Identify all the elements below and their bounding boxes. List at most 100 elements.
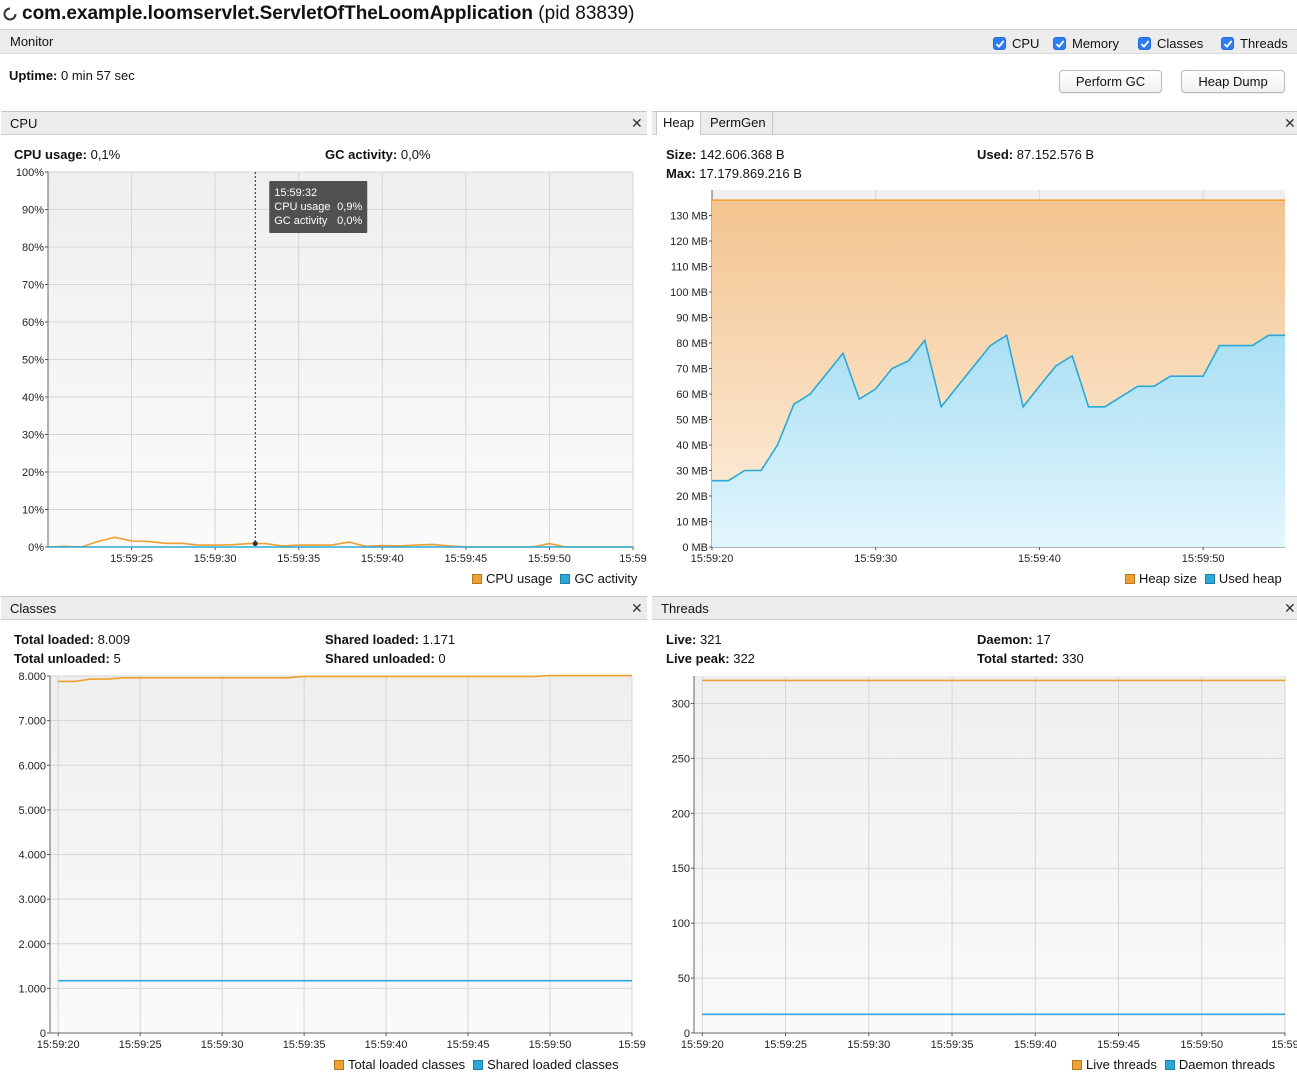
y-tick-label: 5.000 bbox=[18, 805, 46, 817]
classes-checkbox[interactable]: Classes bbox=[1138, 35, 1203, 51]
y-tick-label: 4.000 bbox=[18, 850, 46, 862]
y-tick-label: 50% bbox=[22, 355, 44, 367]
classes-panel-header: Classes ✕ bbox=[1, 596, 647, 620]
perform-gc-button[interactable]: Perform GC bbox=[1059, 70, 1162, 93]
threads-close-icon[interactable]: ✕ bbox=[1284, 600, 1296, 617]
heap-size-label: Size: bbox=[666, 147, 697, 162]
legend-swatch-blue bbox=[473, 1059, 484, 1070]
x-tick-label: 15:59:35 bbox=[931, 1039, 974, 1051]
tooltip-gc-value: 0,0% bbox=[337, 215, 362, 227]
threads-panel-header: Threads ✕ bbox=[652, 596, 1297, 620]
x-tick-label: 15:59:40 bbox=[361, 553, 404, 565]
live-stat: Live: 321 bbox=[666, 632, 722, 647]
classes-close-icon[interactable]: ✕ bbox=[631, 600, 643, 617]
y-tick-label: 80% bbox=[22, 242, 44, 254]
daemon-label: Daemon: bbox=[977, 632, 1033, 647]
threads-chart[interactable]: 05010015020025030015:59:20 15:59:25 15:59:… bbox=[650, 668, 1297, 1056]
y-tick-label: 3.000 bbox=[18, 894, 46, 906]
checkmark-icon bbox=[1053, 36, 1066, 50]
x-tick-label: 15:59 bbox=[1271, 1039, 1297, 1051]
heap-panel-header: Heap PermGen ✕ bbox=[652, 111, 1297, 135]
y-tick-label: 10% bbox=[22, 505, 44, 517]
cpu-chart[interactable]: 0% 10% 20% 30% 40% 50% 60% 70% 80% 90% 100% 15:59:2… bbox=[0, 165, 648, 570]
y-tick-label: 250 bbox=[672, 753, 690, 765]
cpu-checkbox[interactable]: CPU bbox=[993, 35, 1039, 51]
x-tick-label: 15:59:50 bbox=[1180, 1039, 1223, 1051]
x-tick-label: 15:59:45 bbox=[444, 553, 487, 565]
y-tick-label: 1.000 bbox=[18, 983, 46, 995]
total-loaded-label: Total loaded: bbox=[14, 632, 94, 647]
x-tick-label: 15:59:25 bbox=[764, 1039, 807, 1051]
y-tick-label: 100 bbox=[672, 918, 690, 930]
cpu-usage-label: CPU usage: bbox=[14, 147, 87, 162]
live-peak-stat: Live peak: 322 bbox=[666, 651, 755, 666]
y-tick-label: 20 MB bbox=[676, 491, 708, 503]
x-tick-label: 15:59:40 bbox=[1014, 1039, 1057, 1051]
checkmark-icon bbox=[1138, 36, 1151, 50]
total-unloaded-label: Total unloaded: bbox=[14, 651, 110, 666]
y-tick-label: 0% bbox=[28, 542, 44, 554]
legend-swatch-orange bbox=[472, 573, 482, 584]
heap-close-icon[interactable]: ✕ bbox=[1284, 115, 1296, 132]
heap-dump-button[interactable]: Heap Dump bbox=[1181, 70, 1285, 93]
shared-unloaded-label: Shared unloaded: bbox=[325, 651, 435, 666]
legend-total-loaded-label: Total loaded classes bbox=[348, 1057, 466, 1072]
cpu-legend: CPU usage GC activity bbox=[464, 571, 637, 586]
y-tick-label: 300 bbox=[672, 698, 690, 710]
y-tick-label: 130 MB bbox=[670, 211, 708, 223]
y-tick-label: 70% bbox=[22, 280, 44, 292]
legend-used-heap-label: Used heap bbox=[1218, 571, 1282, 586]
x-tick-label: 15:59:20 bbox=[681, 1039, 724, 1051]
uptime-value: 0 min 57 sec bbox=[61, 68, 135, 83]
y-tick-label: 70 MB bbox=[676, 364, 708, 376]
daemon-stat: Daemon: 17 bbox=[977, 632, 1051, 647]
plot-area bbox=[694, 676, 1285, 1033]
x-tick-label: 15:59:30 bbox=[194, 553, 237, 565]
legend-swatch-orange bbox=[334, 1059, 344, 1070]
cpu-close-icon[interactable]: ✕ bbox=[631, 115, 643, 132]
y-tick-label: 100% bbox=[16, 167, 44, 179]
shared-loaded-label: Shared loaded: bbox=[325, 632, 419, 647]
x-tick-label: 15:59:30 bbox=[201, 1039, 244, 1051]
x-tick-label: 15:59:30 bbox=[854, 553, 897, 565]
gc-activity-value: 0,0% bbox=[400, 147, 431, 162]
shared-loaded-value: 1.171 bbox=[422, 632, 456, 647]
y-tick-label: 6.000 bbox=[18, 760, 46, 772]
memory-checkbox[interactable]: Memory bbox=[1053, 35, 1119, 51]
monitor-label: Monitor bbox=[10, 34, 54, 49]
tab-permgen[interactable]: PermGen bbox=[704, 112, 773, 135]
y-tick-label: 90% bbox=[22, 205, 44, 217]
title-bar: com.example.loomservlet.ServletOfTheLoom… bbox=[0, 0, 1297, 28]
y-tick-label: 30% bbox=[22, 430, 44, 442]
uptime: Uptime: 0 min 57 sec bbox=[9, 68, 135, 83]
total-loaded-stat: Total loaded: 8.009 bbox=[14, 632, 130, 647]
threads-checkbox[interactable]: Threads bbox=[1221, 35, 1288, 51]
y-tick-label: 50 bbox=[678, 973, 690, 985]
crosshair-point bbox=[252, 541, 258, 547]
x-tick-label: 15:59:35 bbox=[283, 1039, 326, 1051]
legend-total-loaded: Total loaded classes bbox=[334, 1057, 465, 1072]
heap-used-label: Used: bbox=[977, 147, 1014, 162]
y-tick-label: 90 MB bbox=[676, 313, 708, 325]
y-tick-label: 150 bbox=[672, 863, 690, 875]
tab-heap[interactable]: Heap bbox=[656, 112, 702, 135]
heap-max-stat: Max: 17.179.869.216 B bbox=[666, 166, 802, 181]
x-tick-label: 15:59 bbox=[619, 553, 647, 565]
x-tick-label: 15:59 bbox=[618, 1039, 646, 1051]
live-peak-value: 322 bbox=[733, 651, 755, 666]
heap-max-label: Max: bbox=[666, 166, 696, 181]
x-tick-label: 15:59:20 bbox=[691, 553, 734, 565]
heap-chart[interactable]: 0 MB10 MB20 MB30 MB40 MB50 MB60 MB70 MB8… bbox=[650, 182, 1297, 570]
cpu-usage-stat: CPU usage: 0,1% bbox=[14, 147, 120, 162]
x-tick-label: 15:59:45 bbox=[1097, 1039, 1140, 1051]
x-tick-label: 15:59:35 bbox=[277, 553, 320, 565]
total-unloaded-stat: Total unloaded: 5 bbox=[14, 651, 121, 666]
x-tick-label: 15:59:50 bbox=[529, 1039, 572, 1051]
classes-chart[interactable]: 01.0002.0003.0004.0005.0006.0007.0008.00… bbox=[0, 668, 648, 1056]
legend-swatch-orange bbox=[1072, 1059, 1082, 1070]
y-tick-label: 100 MB bbox=[670, 287, 708, 299]
y-tick-label: 7.000 bbox=[18, 716, 46, 728]
threads-panel-title: Threads bbox=[661, 601, 709, 616]
monitor-bar: Monitor CPU Memory Classes Threads bbox=[0, 29, 1297, 54]
x-tick-label: 15:59:30 bbox=[847, 1039, 890, 1051]
